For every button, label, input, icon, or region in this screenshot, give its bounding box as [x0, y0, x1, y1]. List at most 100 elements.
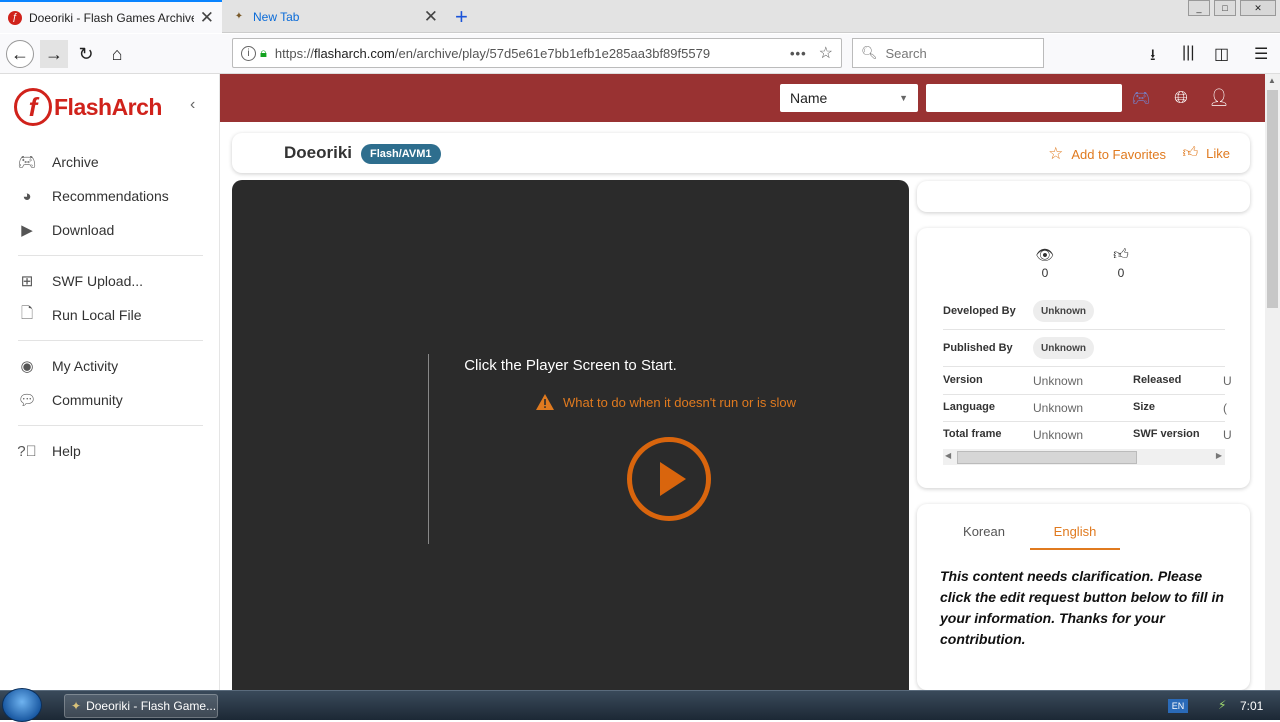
site-search-input[interactable] — [926, 84, 1122, 112]
scrollbar-thumb[interactable] — [957, 451, 1137, 464]
plus-box-icon: ⊞ — [20, 273, 34, 290]
info-value: Unknown — [1033, 401, 1084, 415]
troubleshoot-link[interactable]: What to do when it doesn't run or is slo… — [536, 394, 796, 410]
sidebar-item-label: Recommendations — [52, 188, 169, 204]
sort-select-value: Name — [790, 90, 828, 106]
globe-icon[interactable]: 🌐︎ — [1170, 87, 1192, 109]
url-bar[interactable]: i 🔒︎ https://flasharch.com/en/archive/pl… — [232, 38, 842, 68]
os-taskbar: ✦ Doeoriki - Flash Game... EN ⚡︎ 7:01 — [0, 688, 1280, 722]
flasharch-favicon-icon: ƒ — [8, 10, 22, 25]
player-divider — [428, 354, 429, 544]
scroll-up-icon[interactable]: ▲ — [1268, 76, 1276, 85]
warning-icon — [536, 394, 554, 410]
tab-title: New Tab — [253, 9, 300, 24]
browser-tab-newtab[interactable]: ✦ New Tab ✕ — [224, 0, 446, 33]
add-to-favorites-button[interactable]: ☆ Add to Favorites — [1048, 144, 1166, 164]
forward-arrow-icon[interactable]: → — [40, 40, 68, 68]
home-icon[interactable]: ⌂ — [103, 40, 131, 68]
close-window-icon[interactable]: ✕ — [1240, 0, 1276, 16]
close-tab-icon[interactable]: ✕ — [424, 7, 438, 27]
info-table-scrollbar[interactable]: ◀ ▶ — [943, 449, 1225, 465]
tab-english[interactable]: English — [1030, 524, 1120, 550]
network-tray-icon[interactable]: ⚡︎ — [1218, 698, 1226, 712]
like-button[interactable]: 👍︎ Like — [1182, 144, 1230, 162]
divider — [943, 421, 1225, 422]
lock-icon: 🔒︎ — [260, 45, 267, 60]
user-circle-icon: ◉ — [20, 358, 34, 375]
menu-icon[interactable]: ☰ — [1254, 44, 1268, 64]
sidebar-item-community[interactable]: 💬︎ Community — [17, 383, 203, 417]
language-indicator[interactable]: EN — [1168, 699, 1188, 713]
sidebar-item-swf-upload[interactable]: ⊞ SWF Upload... — [18, 264, 203, 298]
library-icon[interactable]: ||| — [1182, 44, 1194, 62]
taskbar-window-item[interactable]: ✦ Doeoriki - Flash Game... — [64, 694, 218, 718]
published-by-label: Published By — [943, 342, 1013, 354]
info-key: Released — [1133, 374, 1182, 386]
info-icon[interactable]: i — [241, 45, 256, 61]
sidebar-item-recommendations[interactable]: ◕ Recommendations — [18, 179, 203, 213]
page-scrollbar[interactable]: ▲ — [1265, 74, 1280, 690]
scrollbar-thumb[interactable] — [1267, 90, 1278, 308]
scroll-left-icon[interactable]: ◀ — [945, 451, 951, 460]
thumbs-up-icon: 👍︎ — [1182, 144, 1199, 161]
back-arrow-icon[interactable]: ← — [6, 40, 34, 68]
sidebar-toggle-icon[interactable]: ◫ — [1214, 44, 1229, 64]
taskbar-item-label: Doeoriki - Flash Game... — [86, 699, 217, 713]
developer-chip[interactable]: Unknown — [1033, 300, 1094, 322]
sidebar-item-archive[interactable]: 🎮︎ Archive — [17, 145, 203, 179]
player-start-message: Click the Player Screen to Start. — [464, 357, 677, 374]
start-button-icon[interactable] — [2, 688, 42, 722]
sidebar-item-label: Community — [52, 392, 123, 408]
clock[interactable]: 7:01 — [1240, 699, 1263, 713]
page-actions-icon[interactable]: ••• — [790, 46, 807, 61]
gamepad-icon: 🎮︎ — [17, 154, 37, 171]
scroll-right-icon[interactable]: ▶ — [1216, 451, 1222, 460]
info-key: Size — [1133, 401, 1156, 413]
views-count: 0 — [1041, 266, 1049, 280]
game-player-screen[interactable]: Click the Player Screen to Start. What t… — [232, 180, 909, 690]
chat-icon: 💬︎ — [17, 392, 37, 409]
bookmark-star-icon[interactable]: ☆ — [819, 43, 833, 63]
like-label: Like — [1206, 145, 1230, 161]
browser-tab-active[interactable]: ƒ Doeoriki - Flash Games Archive | F ✕ — [0, 0, 222, 33]
close-tab-icon[interactable]: ✕ — [200, 8, 214, 28]
newtab-favicon-icon: ✦ — [234, 11, 244, 22]
tab-korean[interactable]: Korean — [939, 524, 1029, 550]
sidebar-item-help[interactable]: ?⃝ Help — [17, 434, 203, 468]
account-icon[interactable]: 👤︎ — [1208, 87, 1230, 109]
new-tab-plus-icon[interactable]: + — [455, 4, 468, 30]
info-value: ( — [1223, 401, 1227, 415]
search-icon: 🔍︎ — [861, 45, 878, 60]
sort-select[interactable]: Name ▼ — [780, 84, 918, 112]
divider — [18, 425, 203, 426]
sidebar-item-my-activity[interactable]: ◉ My Activity — [18, 349, 203, 383]
views-stat: 👁︎ 0 — [1030, 244, 1060, 280]
maximize-icon[interactable]: □ — [1214, 0, 1236, 16]
flasharch-logo[interactable]: f FlashArch — [14, 88, 162, 126]
logo-text: FlashArch — [54, 93, 162, 120]
info-key: SWF version — [1133, 428, 1200, 440]
clarification-notice: This content needs clarification. Please… — [940, 568, 1224, 647]
reload-icon[interactable]: ↻ — [72, 40, 100, 68]
collapse-sidebar-icon[interactable]: ‹ — [190, 96, 195, 114]
divider — [18, 340, 203, 341]
help-circle-icon: ?⃝ — [17, 442, 37, 460]
sidebar-item-run-local-file[interactable]: 🗋 Run Local File — [18, 298, 203, 332]
discord-icon[interactable]: 🎮︎ — [1130, 87, 1152, 109]
minimize-icon[interactable]: _ — [1188, 0, 1210, 16]
developed-by-label: Developed By — [943, 305, 1016, 317]
play-box-icon: ▶ — [21, 222, 33, 239]
flasharch-logo-mark-icon: f — [14, 88, 52, 126]
caret-down-icon: ▼ — [899, 93, 908, 103]
sidebar-item-download[interactable]: ▶ Download — [18, 213, 203, 247]
compass-icon: ◕ — [22, 187, 32, 205]
publisher-chip[interactable]: Unknown — [1033, 337, 1094, 359]
play-button[interactable] — [627, 437, 711, 521]
ad-card — [917, 181, 1250, 212]
sidebar-group-main: 🎮︎ Archive ◕ Recommendations ▶ Download ⊞ SW… — [17, 145, 203, 468]
info-key: Version — [943, 374, 983, 386]
download-icon[interactable]: ⭳ — [1150, 44, 1156, 71]
info-key: Language — [943, 401, 995, 413]
info-value: Unknown — [1033, 428, 1084, 442]
search-input[interactable]: 🔍︎ Search — [852, 38, 1044, 68]
